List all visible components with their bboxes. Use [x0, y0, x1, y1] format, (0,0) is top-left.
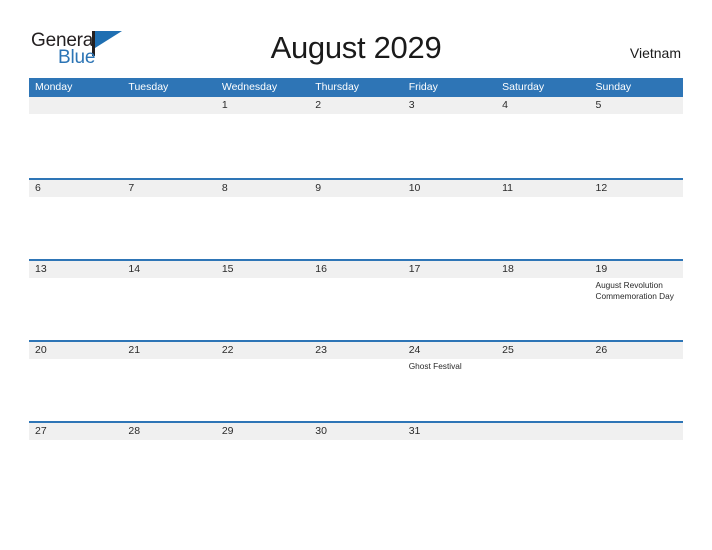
day-number: 7	[128, 182, 135, 194]
calendar-empty-cell	[122, 97, 215, 176]
day-number: 17	[408, 263, 421, 275]
page-header: General Blue August 2029 Vietnam	[0, 0, 712, 78]
day-number: 30	[315, 425, 327, 437]
calendar-empty-cell	[590, 423, 683, 502]
day-number: 15	[221, 263, 234, 275]
calendar-day-cell[interactable]: 10	[403, 180, 496, 259]
holiday-event-label: August Revolution Commemoration Day	[595, 280, 674, 301]
calendar-day-cell[interactable]: 23	[309, 342, 402, 421]
day-number: 26	[595, 344, 608, 356]
day-header-friday: Friday	[408, 81, 438, 93]
calendar-weeks: 1 2 3 4 5 6 7 8 9 10 11 12 13 14 15 16 17 18 19 August Revo…	[29, 97, 683, 502]
calendar-day-cell[interactable]: 26	[590, 342, 683, 421]
day-number: 22	[221, 344, 234, 356]
calendar-week-row: 13 14 15 16 17 18 19 August Revolution Commemor…	[29, 259, 683, 340]
week-cells: 27 28 29 30 31	[29, 423, 683, 502]
week-cells: 1 2 3 4 5	[29, 97, 683, 176]
calendar-week-row: 27 28 29 30 31	[29, 421, 683, 502]
calendar-day-cell[interactable]: 14	[122, 261, 215, 340]
day-number: 1	[221, 99, 228, 111]
calendar-day-cell[interactable]: 2	[309, 97, 402, 176]
calendar-day-cell[interactable]: 12	[590, 180, 683, 259]
day-header-monday: Monday	[35, 81, 73, 93]
calendar-day-cell[interactable]: 29	[216, 423, 309, 502]
day-number: 8	[221, 182, 228, 194]
calendar-day-cell[interactable]: 18	[496, 261, 589, 340]
calendar-week-row: 20 21 22 23 24 Ghost Festival 25 26	[29, 340, 683, 421]
day-header-sunday: Sunday	[595, 81, 632, 93]
day-number: 25	[502, 344, 514, 356]
calendar-day-cell[interactable]: 22	[216, 342, 309, 421]
day-number: 20	[35, 344, 47, 356]
day-number: 3	[408, 99, 415, 111]
day-number: 12	[595, 182, 608, 194]
day-number: 14	[128, 263, 141, 275]
calendar-day-cell[interactable]: 13	[29, 261, 122, 340]
day-number: 31	[408, 425, 421, 437]
calendar-day-cell[interactable]: 19 August Revolution Commemoration Day	[590, 261, 683, 340]
day-number: 27	[35, 425, 47, 437]
day-header-thursday: Thursday	[315, 81, 360, 93]
day-number: 24	[408, 344, 421, 356]
calendar-day-cell[interactable]: 11	[496, 180, 589, 259]
calendar-day-cell[interactable]: 9	[309, 180, 402, 259]
day-number: 6	[35, 182, 41, 194]
calendar-day-cell[interactable]: 21	[122, 342, 215, 421]
day-number: 16	[315, 263, 327, 275]
day-number: 28	[128, 425, 141, 437]
day-number: 2	[315, 99, 322, 111]
holiday-event-label: Ghost Festival	[408, 361, 462, 371]
calendar-day-cell[interactable]: 16	[309, 261, 402, 340]
day-number: 11	[502, 182, 514, 194]
country-label: Vietnam	[629, 45, 681, 61]
day-number: 19	[595, 263, 608, 275]
calendar-day-cell[interactable]: 5	[590, 97, 683, 176]
calendar-day-cell[interactable]: 7	[122, 180, 215, 259]
calendar-empty-cell	[496, 423, 589, 502]
week-cells: 20 21 22 23 24 Ghost Festival 25 26	[29, 342, 683, 421]
calendar-day-cell[interactable]: 25	[496, 342, 589, 421]
day-number: 13	[35, 263, 47, 275]
calendar-day-cell[interactable]: 28	[122, 423, 215, 502]
calendar-day-cell[interactable]: 27	[29, 423, 122, 502]
calendar-day-cell[interactable]: 8	[216, 180, 309, 259]
calendar-day-cell[interactable]: 20	[29, 342, 122, 421]
day-header-tuesday: Tuesday	[128, 81, 169, 93]
week-cells: 13 14 15 16 17 18 19 August Revolution Commemor…	[29, 261, 683, 340]
week-cells: 6 7 8 9 10 11 12	[29, 180, 683, 259]
day-header-wednesday: Wednesday	[221, 81, 278, 93]
day-number: 29	[221, 425, 234, 437]
day-of-week-header-row: Monday Tuesday Wednesday Thursday Friday…	[29, 78, 683, 97]
day-number: 23	[315, 344, 327, 356]
calendar-grid: Monday Tuesday Wednesday Thursday Friday…	[29, 78, 683, 502]
page-title: August 2029	[270, 30, 442, 65]
day-number: 5	[595, 99, 602, 111]
calendar-day-cell[interactable]: 3	[403, 97, 496, 176]
calendar-week-row: 1 2 3 4 5	[29, 97, 683, 178]
calendar-day-cell[interactable]: 15	[216, 261, 309, 340]
calendar-day-cell[interactable]: 31	[403, 423, 496, 502]
day-events: August Revolution Commemoration Day	[596, 280, 683, 301]
calendar-day-cell[interactable]: 6	[29, 180, 122, 259]
calendar-week-row: 6 7 8 9 10 11 12	[29, 178, 683, 259]
calendar-day-cell[interactable]: 1	[216, 97, 309, 176]
calendar-empty-cell	[29, 97, 122, 176]
day-header-saturday: Saturday	[502, 81, 545, 93]
day-number: 18	[502, 263, 514, 275]
calendar-day-cell[interactable]: 24 Ghost Festival	[403, 342, 496, 421]
calendar-day-cell[interactable]: 30	[309, 423, 402, 502]
day-number: 4	[502, 99, 508, 111]
day-number: 10	[408, 182, 421, 194]
day-number: 21	[128, 344, 141, 356]
day-events: Ghost Festival	[409, 361, 496, 372]
calendar-day-cell[interactable]: 17	[403, 261, 496, 340]
calendar-day-cell[interactable]: 4	[496, 97, 589, 176]
calendar-page: General Blue August 2029 Vietnam Monday …	[0, 0, 712, 550]
day-number: 9	[315, 182, 322, 194]
